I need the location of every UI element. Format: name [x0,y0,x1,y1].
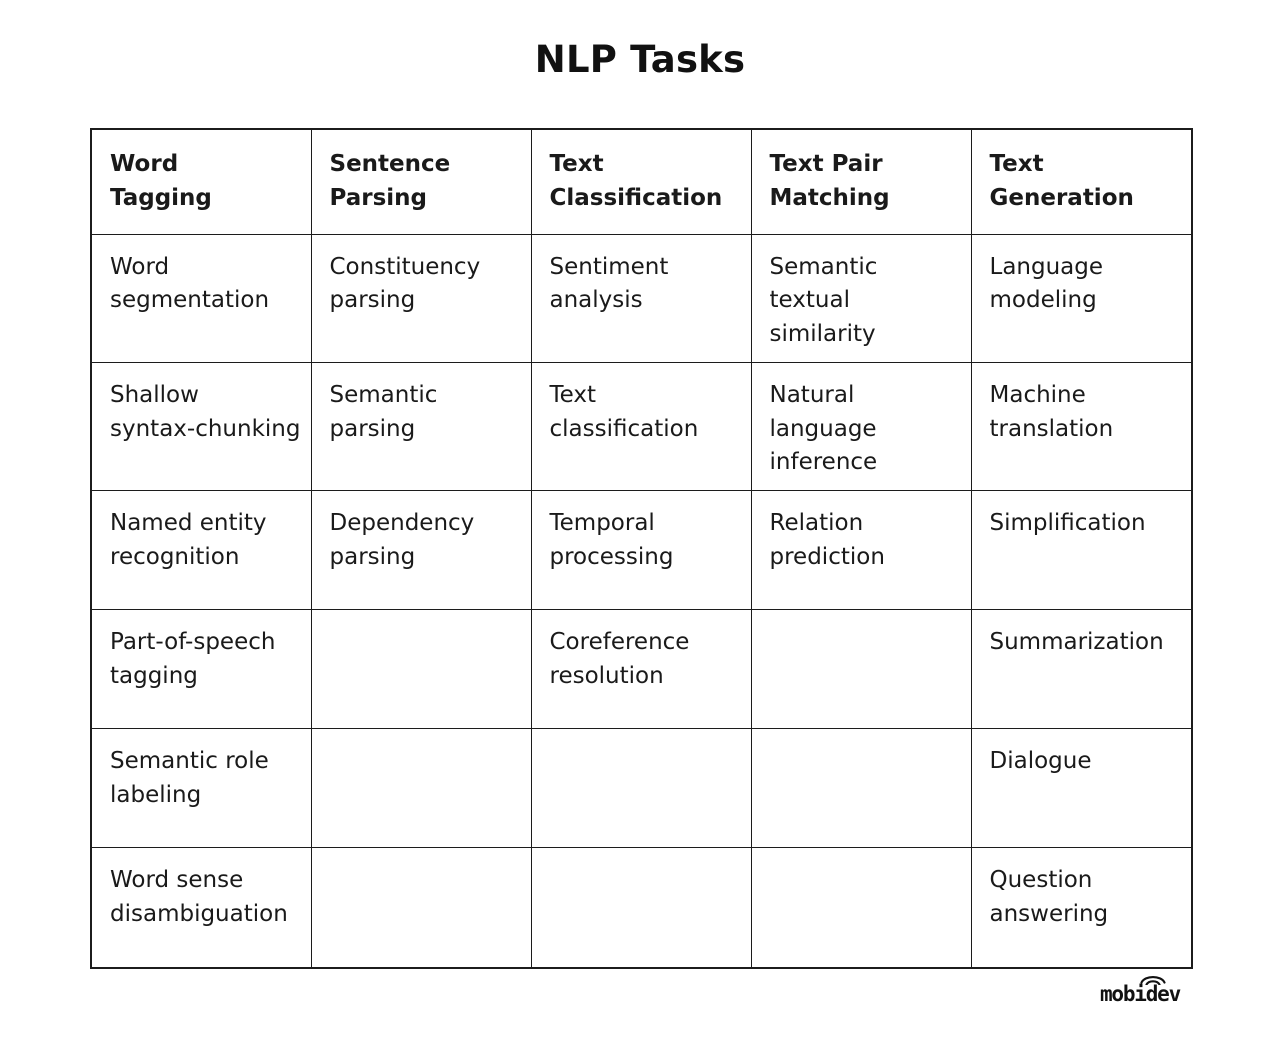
table-row: Word segmentation Constituency parsing S… [90,233,1193,363]
table-cell-empty [750,728,972,849]
table-cell: Sentiment analysis [530,233,752,363]
table-header-row: Word Tagging Sentence Parsing Text Class… [90,128,1193,235]
column-header-text-generation: Text Generation [970,128,1193,235]
column-header-label: Text Classification [549,151,723,211]
cell-text: Language modeling [989,253,1104,314]
cell-text: Semantic textual similarity [769,253,878,348]
table-cell: Part-of-speech tagging [90,609,312,730]
cell-text: Machine translation [989,381,1114,442]
cell-text: Simplification [989,510,1146,537]
table-cell-empty [310,728,532,849]
table-cell: Dependency parsing [310,490,532,611]
table-cell: Word segmentation [90,233,312,363]
table-cell: Temporal processing [530,490,752,611]
table-cell-empty [750,609,972,730]
table-row: Word sense disambiguation Question answe… [90,847,1193,969]
column-header-text-classification: Text Classification [530,128,752,235]
column-header-sentence-parsing: Sentence Parsing [310,128,532,235]
nlp-tasks-table: Word Tagging Sentence Parsing Text Class… [90,128,1193,969]
cell-text: Question answering [989,867,1109,928]
cell-text: Dialogue [989,748,1092,775]
table-cell-empty [750,847,972,969]
column-header-label: Text Generation [989,151,1134,211]
table-cell-empty [530,847,752,969]
table-cell: Simplification [970,490,1193,611]
cell-text: Relation prediction [769,510,885,571]
cell-text: Part-of-speech tagging [110,629,276,690]
cell-text: Word segmentation [110,253,270,314]
cell-text: Word sense disambiguation [110,867,288,928]
table-cell-empty [530,728,752,849]
cell-text: Coreference resolution [549,629,690,690]
table-cell: Question answering [970,847,1193,969]
table-cell: Word sense disambiguation [90,847,312,969]
table-cell: Semantic parsing [310,361,532,492]
column-header-label: Word Tagging [110,151,212,211]
cell-text: Natural language inference [769,381,878,476]
table-cell: Text classification [530,361,752,492]
cell-text: Constituency parsing [329,253,481,314]
table-row: Shallow syntax-chunking Semantic parsing… [90,361,1193,492]
mobidev-logo: mobidev [1088,972,1192,1012]
column-header-label: Sentence Parsing [329,151,451,211]
column-header-word-tagging: Word Tagging [90,128,312,235]
table-header: Word Tagging Sentence Parsing Text Class… [90,128,1193,235]
table-cell: Semantic textual similarity [750,233,972,363]
table-row: Part-of-speech tagging Coreference resol… [90,609,1193,730]
table-cell: Semantic role labeling [90,728,312,849]
table-row: Semantic role labeling Dialogue [90,728,1193,849]
cell-text: Text classification [549,381,699,442]
table-cell-empty [310,847,532,969]
page-title: NLP Tasks [534,38,746,81]
table-cell: Shallow syntax-chunking [90,361,312,492]
table-cell: Natural language inference [750,361,972,492]
cell-text: Dependency parsing [329,510,475,571]
nlp-tasks-table-container: Word Tagging Sentence Parsing Text Class… [90,128,1193,969]
table-cell: Language modeling [970,233,1193,363]
table-cell: Relation prediction [750,490,972,611]
logo-wordmark: mobidev [1099,982,1181,1006]
table-body: Word segmentation Constituency parsing S… [90,233,1193,969]
table-cell: Coreference resolution [530,609,752,730]
table-cell: Dialogue [970,728,1193,849]
cell-text: Summarization [989,629,1164,656]
cell-text: Semantic role labeling [110,748,269,809]
column-header-text-pair-matching: Text Pair Matching [750,128,972,235]
table-cell: Named entity recognition [90,490,312,611]
slide-page: NLP Tasks Word Tagging Sentence Parsing … [0,0,1280,1049]
cell-text: Shallow syntax-chunking [110,381,301,442]
cell-text: Sentiment analysis [549,253,669,314]
cell-text: Semantic parsing [329,381,438,442]
cell-text: Temporal processing [549,510,674,571]
column-header-label: Text Pair Matching [769,151,890,211]
table-cell-empty [310,609,532,730]
table-row: Named entity recognition Dependency pars… [90,490,1193,611]
cell-text: Named entity recognition [110,510,267,571]
table-cell: Summarization [970,609,1193,730]
table-cell: Constituency parsing [310,233,532,363]
table-cell: Machine translation [970,361,1193,492]
